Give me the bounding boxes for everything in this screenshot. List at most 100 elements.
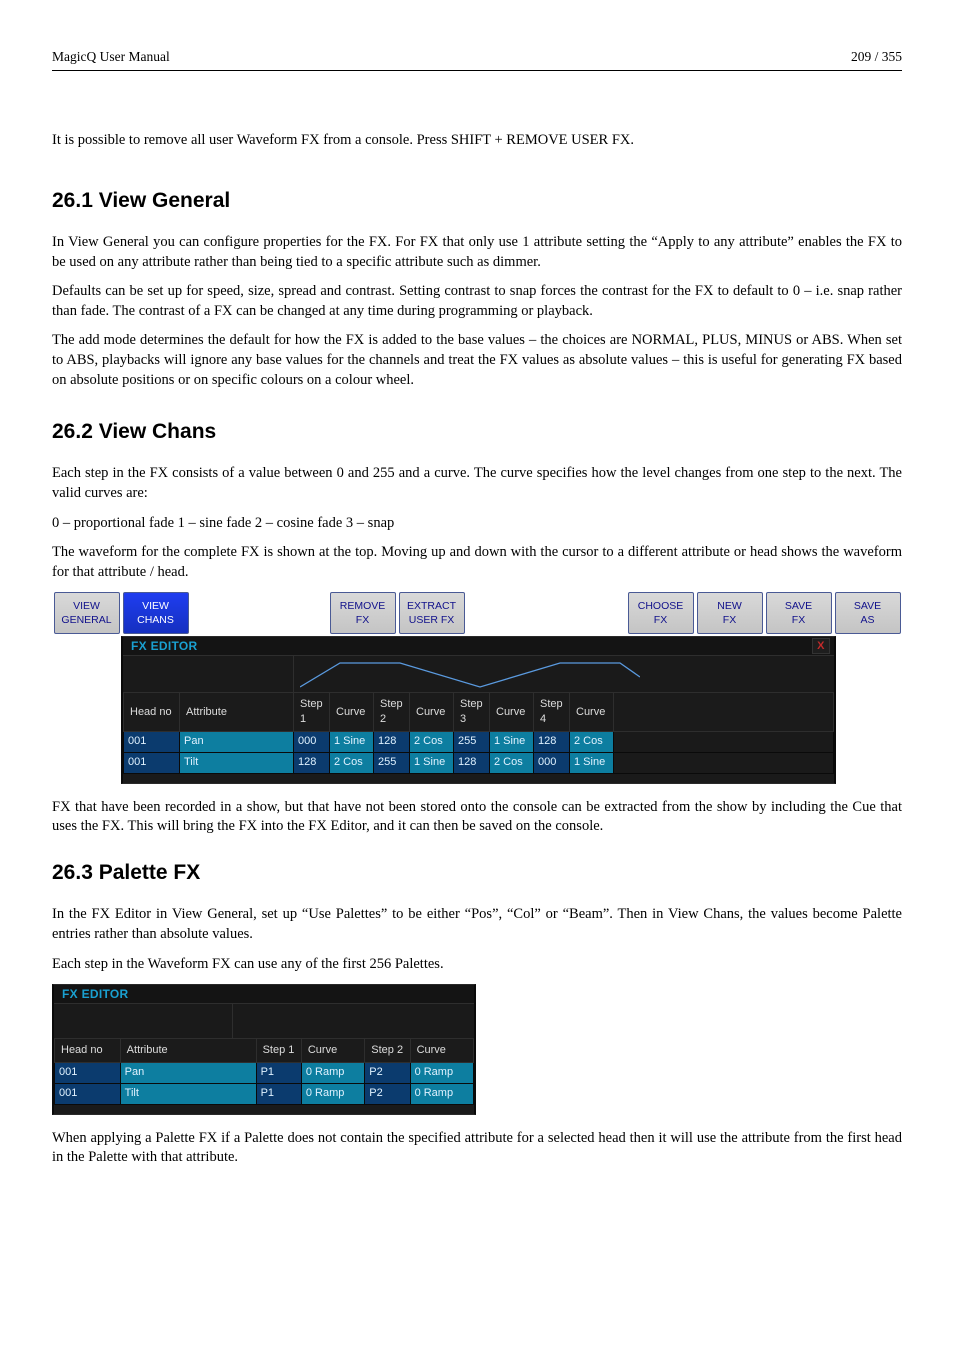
waveform-display bbox=[233, 1004, 474, 1038]
s3-p2: Each step in the Waveform FX can use any… bbox=[52, 955, 902, 975]
fx-editor-title: FX EDITOR bbox=[131, 638, 198, 654]
cell-val[interactable]: 128 bbox=[374, 731, 410, 752]
btn-l2: FX bbox=[723, 613, 736, 627]
cell-val[interactable]: 128 bbox=[454, 752, 490, 773]
th-curve3: Curve bbox=[490, 693, 534, 732]
btn-l2: FX bbox=[792, 613, 805, 627]
btn-l1: REMOVE bbox=[340, 599, 386, 613]
save-fx-button[interactable]: SAVE FX bbox=[766, 592, 832, 634]
heading-26-3: 26.3 Palette FX bbox=[52, 859, 902, 887]
btn-l2: FX bbox=[654, 613, 667, 627]
new-fx-button[interactable]: NEW FX bbox=[697, 592, 763, 634]
s2-after-panel: FX that have been recorded in a show, bu… bbox=[52, 798, 902, 837]
cell-val[interactable]: 128 bbox=[294, 752, 330, 773]
close-icon[interactable]: X bbox=[812, 638, 830, 654]
view-chans-button[interactable]: VIEW CHANS bbox=[123, 592, 189, 634]
cell-curve[interactable]: 0 Ramp bbox=[301, 1062, 364, 1083]
fx-editor-panel-wide: FX EDITOR X Head no Attribute bbox=[121, 636, 836, 784]
s1-p1: In View General you can configure proper… bbox=[52, 233, 902, 272]
table-row[interactable]: 001 Pan P1 0 Ramp P2 0 Ramp bbox=[55, 1062, 474, 1083]
cell-val[interactable]: 255 bbox=[454, 731, 490, 752]
cell-val[interactable]: P1 bbox=[256, 1062, 301, 1083]
btn-l1: SAVE bbox=[785, 599, 812, 613]
th-step2: Step 2 bbox=[365, 1039, 410, 1063]
btn-l1: NEW bbox=[717, 599, 742, 613]
th-curve2: Curve bbox=[410, 693, 454, 732]
cell-attr: Tilt bbox=[120, 1083, 256, 1104]
s3-after-panel: When applying a Palette FX if a Palette … bbox=[52, 1129, 902, 1168]
s3-p1: In the FX Editor in View General, set up… bbox=[52, 905, 902, 944]
s1-p2: Defaults can be set up for speed, size, … bbox=[52, 282, 902, 321]
cell-val[interactable]: P1 bbox=[256, 1083, 301, 1104]
th-step1: Step 1 bbox=[294, 693, 330, 732]
choose-fx-button[interactable]: CHOOSE FX bbox=[628, 592, 694, 634]
table-row[interactable]: 001 Pan 000 1 Sine 128 2 Cos 255 1 Sine … bbox=[124, 731, 834, 752]
cell-curve[interactable]: 2 Cos bbox=[410, 731, 454, 752]
cell-curve[interactable]: 2 Cos bbox=[490, 752, 534, 773]
btn-l2: AS bbox=[860, 613, 874, 627]
fx-palette-table: Head no Attribute Step 1 Curve Step 2 Cu… bbox=[54, 1038, 474, 1114]
table-row[interactable]: 001 Tilt 128 2 Cos 255 1 Sine 128 2 Cos … bbox=[124, 752, 834, 773]
heading-26-1: 26.1 View General bbox=[52, 187, 902, 215]
extract-user-fx-button[interactable]: EXTRACT USER FX bbox=[399, 592, 465, 634]
btn-l2: GENERAL bbox=[61, 613, 111, 627]
btn-l1: VIEW bbox=[73, 599, 100, 613]
remove-fx-button[interactable]: REMOVE FX bbox=[330, 592, 396, 634]
cell-curve[interactable]: 1 Sine bbox=[410, 752, 454, 773]
cell-val[interactable]: 000 bbox=[534, 752, 570, 773]
cell-attr: Tilt bbox=[180, 752, 294, 773]
save-as-button[interactable]: SAVE AS bbox=[835, 592, 901, 634]
th-curve1: Curve bbox=[301, 1039, 364, 1063]
btn-l1: VIEW bbox=[142, 599, 169, 613]
wave-left-blank bbox=[123, 656, 294, 692]
header-left: MagicQ User Manual bbox=[52, 48, 170, 66]
waveform-display bbox=[294, 656, 834, 692]
fx-editor-title: FX EDITOR bbox=[62, 986, 129, 1002]
cell-val[interactable]: 255 bbox=[374, 752, 410, 773]
th-curve4: Curve bbox=[570, 693, 614, 732]
fx-steps-table: Head no Attribute Step 1 Curve Step 2 Cu… bbox=[123, 692, 834, 783]
th-step3: Step 3 bbox=[454, 693, 490, 732]
th-attribute: Attribute bbox=[120, 1039, 256, 1063]
cell-curve[interactable]: 0 Ramp bbox=[301, 1083, 364, 1104]
fx-editor-panel-small: FX EDITOR Head no Attribute Step 1 bbox=[52, 984, 476, 1115]
cell-val[interactable]: 128 bbox=[534, 731, 570, 752]
s1-p3: The add mode determines the default for … bbox=[52, 331, 902, 390]
cell-curve[interactable]: 1 Sine bbox=[330, 731, 374, 752]
cell-curve[interactable]: 2 Cos bbox=[330, 752, 374, 773]
th-attribute: Attribute bbox=[180, 693, 294, 732]
softbutton-bar: VIEW GENERAL VIEW CHANS REMOVE FX EXTRAC… bbox=[52, 592, 902, 634]
cell-curve[interactable]: 2 Cos bbox=[570, 731, 614, 752]
intro-paragraph: It is possible to remove all user Wavefo… bbox=[52, 131, 902, 151]
th-step2: Step 2 bbox=[374, 693, 410, 732]
th-curve1: Curve bbox=[330, 693, 374, 732]
cell-head: 001 bbox=[55, 1062, 121, 1083]
th-head-no: Head no bbox=[55, 1039, 121, 1063]
cell-head: 001 bbox=[124, 731, 180, 752]
cell-val[interactable]: P2 bbox=[365, 1083, 410, 1104]
header-right: 209 / 355 bbox=[851, 48, 902, 66]
btn-l1: SAVE bbox=[854, 599, 881, 613]
wave-left-blank bbox=[54, 1004, 233, 1038]
cell-val[interactable]: 000 bbox=[294, 731, 330, 752]
view-general-button[interactable]: VIEW GENERAL bbox=[54, 592, 120, 634]
th-step4: Step 4 bbox=[534, 693, 570, 732]
cell-curve[interactable]: 0 Ramp bbox=[410, 1083, 473, 1104]
table-row[interactable]: 001 Tilt P1 0 Ramp P2 0 Ramp bbox=[55, 1083, 474, 1104]
btn-l2: CHANS bbox=[137, 613, 174, 627]
cell-curve[interactable]: 1 Sine bbox=[570, 752, 614, 773]
cell-val[interactable]: P2 bbox=[365, 1062, 410, 1083]
btn-l1: EXTRACT bbox=[407, 599, 456, 613]
th-head-no: Head no bbox=[124, 693, 180, 732]
cell-head: 001 bbox=[124, 752, 180, 773]
th-curve2: Curve bbox=[410, 1039, 473, 1063]
s2-p1: Each step in the FX consists of a value … bbox=[52, 464, 902, 503]
cell-attr: Pan bbox=[120, 1062, 256, 1083]
btn-l1: CHOOSE bbox=[638, 599, 684, 613]
btn-l2: USER FX bbox=[409, 613, 455, 627]
s2-p2: 0 – proportional fade 1 – sine fade 2 – … bbox=[52, 514, 902, 534]
cell-head: 001 bbox=[55, 1083, 121, 1104]
cell-curve[interactable]: 1 Sine bbox=[490, 731, 534, 752]
cell-curve[interactable]: 0 Ramp bbox=[410, 1062, 473, 1083]
heading-26-2: 26.2 View Chans bbox=[52, 418, 902, 446]
